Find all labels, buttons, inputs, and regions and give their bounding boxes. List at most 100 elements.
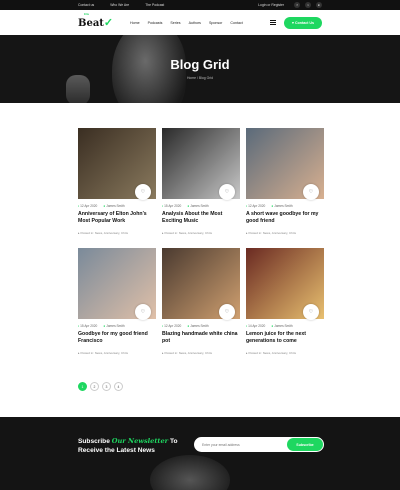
- calendar-icon: ▪: [78, 324, 80, 328]
- facebook-icon[interactable]: f: [294, 2, 300, 8]
- page-4-button[interactable]: 4: [114, 382, 123, 391]
- instagram-icon[interactable]: in: [316, 2, 322, 8]
- tag-icon: ▸: [78, 230, 80, 235]
- like-button[interactable]: ♡: [303, 304, 319, 320]
- post-meta: ▪12 Apr 2020 ●James Smith: [78, 204, 156, 208]
- post-meta: ▪14 Apr 2020 ●James Smith: [246, 324, 324, 328]
- post-date: ▪14 Apr 2020: [246, 324, 265, 328]
- post-meta: ▪15 Apr 2020 ●James Smith: [162, 204, 240, 208]
- nav-contact[interactable]: Contact: [230, 21, 242, 25]
- blog-card[interactable]: ♡ ▪15 Apr 2020 ●James Smith Analysis About …: [162, 128, 240, 238]
- subscribe-button[interactable]: Subscribe: [287, 438, 323, 451]
- topbar-link-podcast[interactable]: The Podcast: [145, 3, 164, 7]
- post-date-text: 12 Apr 2020: [80, 204, 98, 208]
- blog-card[interactable]: ♡ ▪12 Apr 2020 ●James Smith Blazing handmad…: [162, 248, 240, 358]
- post-author: ●James Smith: [271, 204, 292, 208]
- calendar-icon: ▪: [162, 324, 164, 328]
- blog-card[interactable]: ♡ ▪15 Apr 2020 ●James Smith Goodbye for my …: [78, 248, 156, 358]
- post-categories: ▸Posted in: News, Anniversary, Chris: [78, 351, 156, 355]
- heart-icon: ♡: [224, 188, 230, 195]
- user-icon: ●: [187, 204, 190, 208]
- user-icon: ●: [103, 324, 106, 328]
- post-title[interactable]: Analysis About the Most Exciting Music: [162, 211, 240, 226]
- newsletter-bg-image: [150, 455, 230, 490]
- nav-sponsor[interactable]: Sponsor: [209, 21, 222, 25]
- post-date: ▪15 Apr 2020: [162, 204, 181, 208]
- like-button[interactable]: ♡: [219, 304, 235, 320]
- user-icon: ●: [271, 324, 274, 328]
- nav-home[interactable]: Home: [130, 21, 140, 25]
- post-author-text[interactable]: James Smith: [190, 324, 208, 328]
- post-title[interactable]: A short wave goodbye for my good friend: [246, 211, 324, 226]
- post-categories: ▸Posted in: News, Anniversary, Chris: [246, 351, 324, 355]
- calendar-icon: ▪: [246, 324, 248, 328]
- post-title[interactable]: Anniversary of Elton John's Most Popular…: [78, 211, 156, 226]
- heart-icon: ♡: [308, 188, 314, 195]
- page-title: Blog Grid: [170, 57, 230, 72]
- site-logo[interactable]: On Beat✓: [78, 12, 118, 29]
- post-date-text: 12 Apr 2020: [248, 204, 266, 208]
- newsletter-form: Subscribe: [194, 437, 324, 452]
- blog-card[interactable]: ♡ ▪14 Apr 2020 ●James Smith Lemon juice for…: [246, 248, 324, 358]
- post-author-text[interactable]: James Smith: [106, 324, 124, 328]
- post-date-text: 14 Apr 2020: [248, 324, 266, 328]
- post-author: ●James Smith: [271, 324, 292, 328]
- like-button[interactable]: ♡: [303, 184, 319, 200]
- post-categories-text[interactable]: Posted in: News, Anniversary, Chris: [249, 231, 296, 235]
- post-author-text[interactable]: James Smith: [106, 204, 124, 208]
- topbar-link-about[interactable]: Who We Are: [110, 3, 129, 7]
- newsletter-title: Subscribe Our Newsletter To Receive the …: [78, 437, 178, 455]
- post-date: ▪12 Apr 2020: [246, 204, 265, 208]
- post-categories-text[interactable]: Posted in: News, Anniversary, Chris: [81, 351, 128, 355]
- post-categories-text[interactable]: Posted in: News, Anniversary, Chris: [165, 351, 212, 355]
- nav-series[interactable]: Series: [170, 21, 180, 25]
- logo-tag: On: [84, 12, 89, 16]
- like-button[interactable]: ♡: [219, 184, 235, 200]
- post-author: ●James Smith: [103, 204, 124, 208]
- menu-icon[interactable]: [269, 20, 276, 25]
- post-categories-text[interactable]: Posted in: News, Anniversary, Chris: [81, 231, 128, 235]
- post-date-text: 15 Apr 2020: [80, 324, 98, 328]
- like-button[interactable]: ♡: [135, 304, 151, 320]
- newsletter-title-highlight: Our Newsletter: [111, 437, 169, 445]
- post-meta: ▪12 Apr 2020 ●James Smith: [162, 324, 240, 328]
- blog-card[interactable]: ♡ ▪12 Apr 2020 ●James Smith Anniversary of …: [78, 128, 156, 238]
- tag-icon: ▸: [246, 350, 248, 355]
- page-1-button[interactable]: 1: [78, 382, 87, 391]
- nav-podcasts[interactable]: Podcasts: [148, 21, 163, 25]
- blog-card[interactable]: ♡ ▪12 Apr 2020 ●James Smith A short wave go…: [246, 128, 324, 238]
- login-link[interactable]: Login or Register: [258, 3, 284, 7]
- user-icon: ●: [271, 204, 274, 208]
- breadcrumb[interactable]: Home / Blog Grid: [0, 76, 400, 80]
- post-categories-text[interactable]: Posted in: News, Anniversary, Chris: [165, 231, 212, 235]
- newsletter-title-line2: Receive the Latest News: [78, 446, 155, 454]
- calendar-icon: ▪: [246, 204, 248, 208]
- twitter-icon[interactable]: t: [305, 2, 311, 8]
- email-input[interactable]: [202, 440, 282, 449]
- post-date: ▪12 Apr 2020: [162, 324, 181, 328]
- post-author-text[interactable]: James Smith: [190, 204, 208, 208]
- contact-us-button[interactable]: ♥ Contact Us: [283, 16, 322, 29]
- tag-icon: ▸: [78, 350, 80, 355]
- post-date: ▪15 Apr 2020: [78, 324, 97, 328]
- post-author-text[interactable]: James Smith: [274, 204, 292, 208]
- post-categories-text[interactable]: Posted in: News, Anniversary, Chris: [249, 351, 296, 355]
- page-2-button[interactable]: 2: [90, 382, 99, 391]
- nav-authors[interactable]: Authors: [189, 21, 201, 25]
- pagination: 1 2 3 4: [78, 382, 123, 391]
- newsletter-title-pre: Subscribe: [78, 438, 110, 445]
- calendar-icon: ▪: [162, 204, 164, 208]
- post-title[interactable]: Blazing handmade white china pot: [162, 331, 240, 346]
- page-3-button[interactable]: 3: [102, 382, 111, 391]
- top-bar: Contact us Who We Are The Podcast Login …: [0, 0, 400, 10]
- social-links: f t in: [294, 2, 322, 8]
- post-title[interactable]: Lemon juice for the next generations to …: [246, 331, 324, 346]
- site-header: On Beat✓ Home Podcasts Series Authors Sp…: [0, 10, 400, 35]
- post-author-text[interactable]: James Smith: [274, 324, 292, 328]
- post-author: ●James Smith: [187, 324, 208, 328]
- like-button[interactable]: ♡: [135, 184, 151, 200]
- post-author: ●James Smith: [187, 204, 208, 208]
- post-title[interactable]: Goodbye for my good friend Francisco: [78, 331, 156, 346]
- topbar-link-contact[interactable]: Contact us: [78, 3, 94, 7]
- post-categories: ▸Posted in: News, Anniversary, Chris: [162, 231, 240, 235]
